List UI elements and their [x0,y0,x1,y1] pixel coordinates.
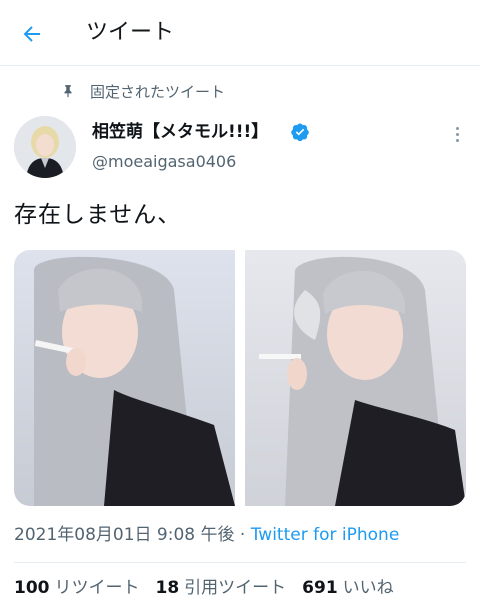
more-dot-icon [455,126,459,130]
quote-tweets-stat[interactable]: 18 引用ツイート [156,575,287,601]
pin-icon [60,83,76,99]
retweets-stat[interactable]: 100 リツイート [14,575,140,601]
verified-badge-icon [291,123,309,142]
quotes-count: 18 [155,578,180,598]
more-dot-icon [455,138,459,142]
likes-stat[interactable]: 691 いいね [302,575,394,601]
retweets-count: 100 [14,578,50,598]
divider [14,562,466,563]
media-grid [14,250,466,506]
avatar[interactable] [14,116,76,178]
back-arrow-icon [23,26,40,42]
pinned-label: 固定されたツイート [90,82,226,101]
page-title: ツイート [86,20,175,45]
tweet-text: 存在しません、 [14,202,182,228]
likes-count: 691 [302,578,338,598]
tweet-timestamp[interactable]: 2021年08月01日 9:08 午後 [14,525,235,545]
likes-label: いいね [342,578,394,598]
author-display-name[interactable]: 相笠萌【メタモル!!!】 [92,120,268,144]
tweet-source-link[interactable]: Twitter for iPhone [251,525,400,545]
tweet-photo-2[interactable] [245,250,466,506]
back-button[interactable] [14,16,50,52]
more-options-button[interactable] [444,120,470,148]
more-dot-icon [455,132,459,136]
pinned-indicator: 固定されたツイート [60,80,225,102]
top-bar: ツイート [0,0,480,66]
tweet-timestamp-row: 2021年08月01日 9:08 午後 · Twitter for iPhone [14,522,399,548]
tweet-photo-1[interactable] [14,250,235,506]
retweets-label: リツイート [54,578,140,598]
author-handle[interactable]: @moeaigasa0406 [92,150,236,174]
meta-separator: · [234,525,251,545]
quotes-label: 引用ツイート [184,578,287,598]
engagement-stats: 100 リツイート 18 引用ツイート 691 いいね [14,575,410,601]
